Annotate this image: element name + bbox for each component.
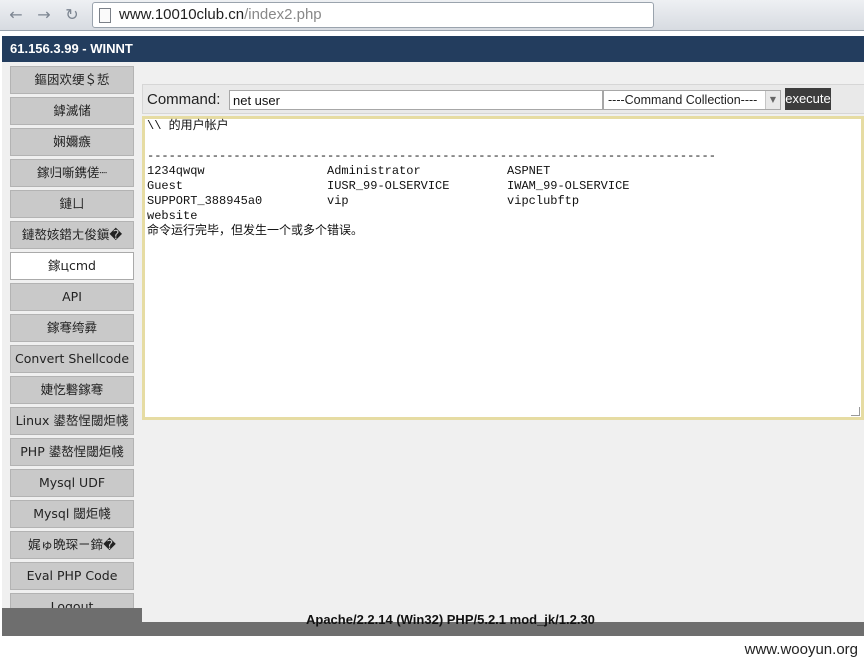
command-output-text: \\ 的用户帐户 -------------------------------… [147,119,716,238]
command-row: Command: ----Command Collection---- ▼ ex… [142,84,864,114]
sidebar-item[interactable]: 鏈嶅姟鍣ㄤ俊鎭� [10,221,134,249]
resize-handle-icon[interactable] [851,407,860,416]
url-text: www.10010club.cn/index2.php [119,6,322,23]
browser-toolbar: ← → ↻ www.10010club.cn/index2.php [0,0,864,31]
sidebar-item[interactable]: Convert Shellcode [10,345,134,373]
server-title: 61.156.3.99 - WINNT [10,41,133,56]
sidebar-item[interactable]: Linux 鍙嶅悜閾炬帴 [10,407,134,435]
reload-icon[interactable]: ↻ [62,5,82,25]
server-header: 61.156.3.99 - WINNT [2,36,864,62]
sidebar-item[interactable]: 鎵归噺鎸傞┈ [10,159,134,187]
sidebar-item[interactable]: 鎼滅储 [10,97,134,125]
sidebar-item[interactable]: 婕忔礊鎵弿 [10,376,134,404]
sidebar-item[interactable]: Mysql UDF [10,469,134,497]
server-signature: Apache/2.2.14 (Win32) PHP/5.2.1 mod_jk/1… [306,612,595,627]
sidebar-item[interactable]: 鎵弿绔彛 [10,314,134,342]
command-collection-select[interactable]: ----Command Collection---- ▼ [603,90,781,110]
url-domain: www.10010club.cn [119,6,245,23]
command-label: Command: [147,91,221,108]
chevron-down-icon: ▼ [765,91,780,109]
execute-button[interactable]: execute [785,88,831,110]
command-input[interactable] [229,90,603,110]
command-collection-value: ----Command Collection---- [608,93,758,107]
sidebar-item[interactable]: Mysql 閾炬帴 [10,500,134,528]
address-bar[interactable]: www.10010club.cn/index2.php [92,2,654,28]
sidebar-item[interactable]: PHP 鍙嶅悜閾炬帴 [10,438,134,466]
command-output[interactable]: \\ 的用户帐户 -------------------------------… [142,116,864,420]
back-arrow-icon[interactable]: ← [6,5,26,25]
page-icon [99,8,111,23]
sidebar-item[interactable]: 娓ゅ晩琛ㄧ鍗� [10,531,134,559]
sidebar-item[interactable]: 鏂囦欢绠＄悊 [10,66,134,94]
sidebar-item[interactable]: Eval PHP Code [10,562,134,590]
url-path: /index2.php [244,6,322,23]
watermark: www.wooyun.org [744,641,858,658]
forward-arrow-icon[interactable]: → [34,5,54,25]
sidebar-item[interactable]: 鎵цcmd [10,252,134,280]
footer-left-block [2,608,142,622]
sidebar-item[interactable]: 鏈ㄩ [10,190,134,218]
sidebar-item[interactable]: 娴嬭瘯 [10,128,134,156]
sidebar-item[interactable]: API [10,283,134,311]
sidebar-menu: 鏂囦欢绠＄悊 鎼滅储娴嬭瘯鎵归噺鎸傞┈ 鏈ㄩ鏈嶅姟鍣ㄤ俊鎭� 鎵цcmd API 鎵弿绔彛… [10,66,134,624]
main-panel: 鏂囦欢绠＄悊 鎼滅储娴嬭瘯鎵归噺鎸傞┈ 鏈ㄩ鏈嶅姟鍣ㄤ俊鎭� 鎵цcmd API 鎵弿绔彛… [2,62,864,622]
